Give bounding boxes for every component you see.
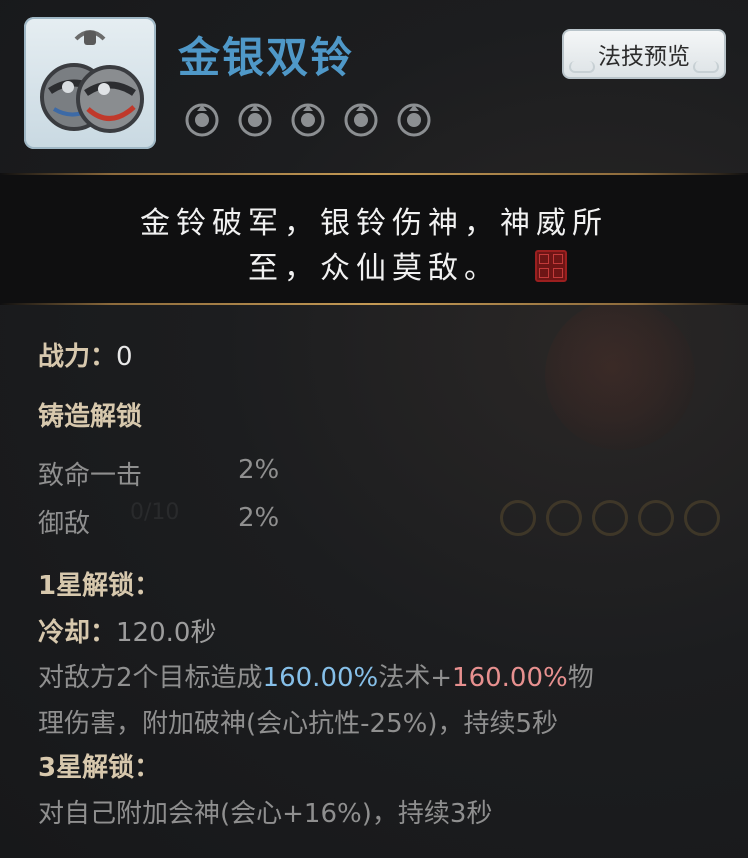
star1-desc-line-1: 对敌方2个目标造成160.00%法术+160.00%物 <box>38 657 594 694</box>
cooldown-value: 120.0秒 <box>116 618 217 648</box>
forge-stat-name: 御敌 <box>38 509 91 539</box>
divider <box>0 303 748 305</box>
star1-unlock-title: 1星解锁： <box>38 571 161 601</box>
star-empty-icon <box>238 103 272 137</box>
cooldown-label: 冷却： <box>38 618 117 648</box>
star-empty-icon <box>185 103 219 137</box>
star3-desc: 对自己附加会神(会心+16%)，持续3秒 <box>38 799 493 829</box>
power-row: 战力：0 <box>38 336 133 373</box>
lore-quote-line-1: 金铃破军，银铃伤神，神威所 <box>140 206 608 241</box>
item-icon <box>24 17 156 149</box>
red-seal-stamp <box>535 250 567 282</box>
star1-desc-line-2: 理伤害，附加破神(会心抗性-25%)，持续5秒 <box>38 709 559 739</box>
power-value: 0 <box>116 342 133 372</box>
cooldown-row: 冷却：120.0秒 <box>38 612 216 649</box>
lore-quote-band: 金铃破军，银铃伤神，神威所 至，众仙莫敌。 <box>0 173 748 305</box>
twin-bells-icon <box>40 30 144 133</box>
star-empty-icon <box>291 103 325 137</box>
item-title: 金银双铃 <box>178 33 355 82</box>
background-progress-text: 0/10 <box>130 500 180 525</box>
lore-quote-line-2: 至，众仙莫敌。 <box>248 251 500 286</box>
forge-stat-value: 2% <box>238 503 280 533</box>
forge-stat-value: 2% <box>238 455 280 485</box>
star-empty-icon <box>397 103 431 137</box>
cloud-ornament-icon <box>569 61 595 73</box>
forge-stat-name: 致命一击 <box>38 461 143 491</box>
star-rating <box>185 103 431 137</box>
star-empty-icon <box>344 103 378 137</box>
background-bell-art <box>545 300 695 450</box>
power-label: 战力： <box>38 342 117 372</box>
cloud-ornament-icon <box>693 61 719 73</box>
physical-damage-percent: 160.00% <box>452 663 568 693</box>
magic-damage-percent: 160.00% <box>262 663 379 693</box>
desc-text: 法术+ <box>378 663 453 693</box>
forge-stat-row: 御敌 <box>38 503 90 540</box>
divider <box>0 173 748 175</box>
desc-text: 对敌方2个目标造成 <box>38 663 263 693</box>
skill-preview-label: 法技预览 <box>598 44 690 70</box>
item-detail-panel: 0/10 金银双铃 法技预览 金铃破军，银铃伤神，神威所 至，众仙莫敌。 战力：… <box>0 0 748 858</box>
desc-text: 物 <box>567 663 594 693</box>
forge-stat-row: 致命一击 <box>38 455 142 492</box>
forge-unlock-title: 铸造解锁 <box>38 402 143 432</box>
star3-unlock-title: 3星解锁： <box>38 753 161 783</box>
background-star-icons <box>500 500 720 536</box>
skill-preview-button[interactable]: 法技预览 <box>562 29 726 79</box>
